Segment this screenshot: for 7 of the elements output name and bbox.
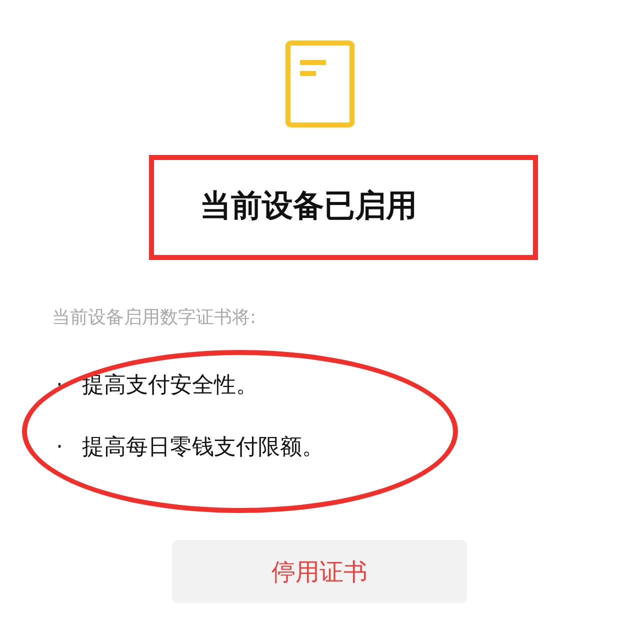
bullet-mark: · <box>56 434 64 462</box>
status-title: 当前设备已启用 <box>199 187 418 226</box>
description-text: 当前设备启用数字证书将: <box>51 306 258 330</box>
disable-certificate-button[interactable]: 停用证书 <box>172 540 467 603</box>
document-icon <box>285 40 355 128</box>
benefit-text: 提高每日零钱支付限额。 <box>82 434 324 462</box>
bullet-mark: · <box>56 372 64 400</box>
